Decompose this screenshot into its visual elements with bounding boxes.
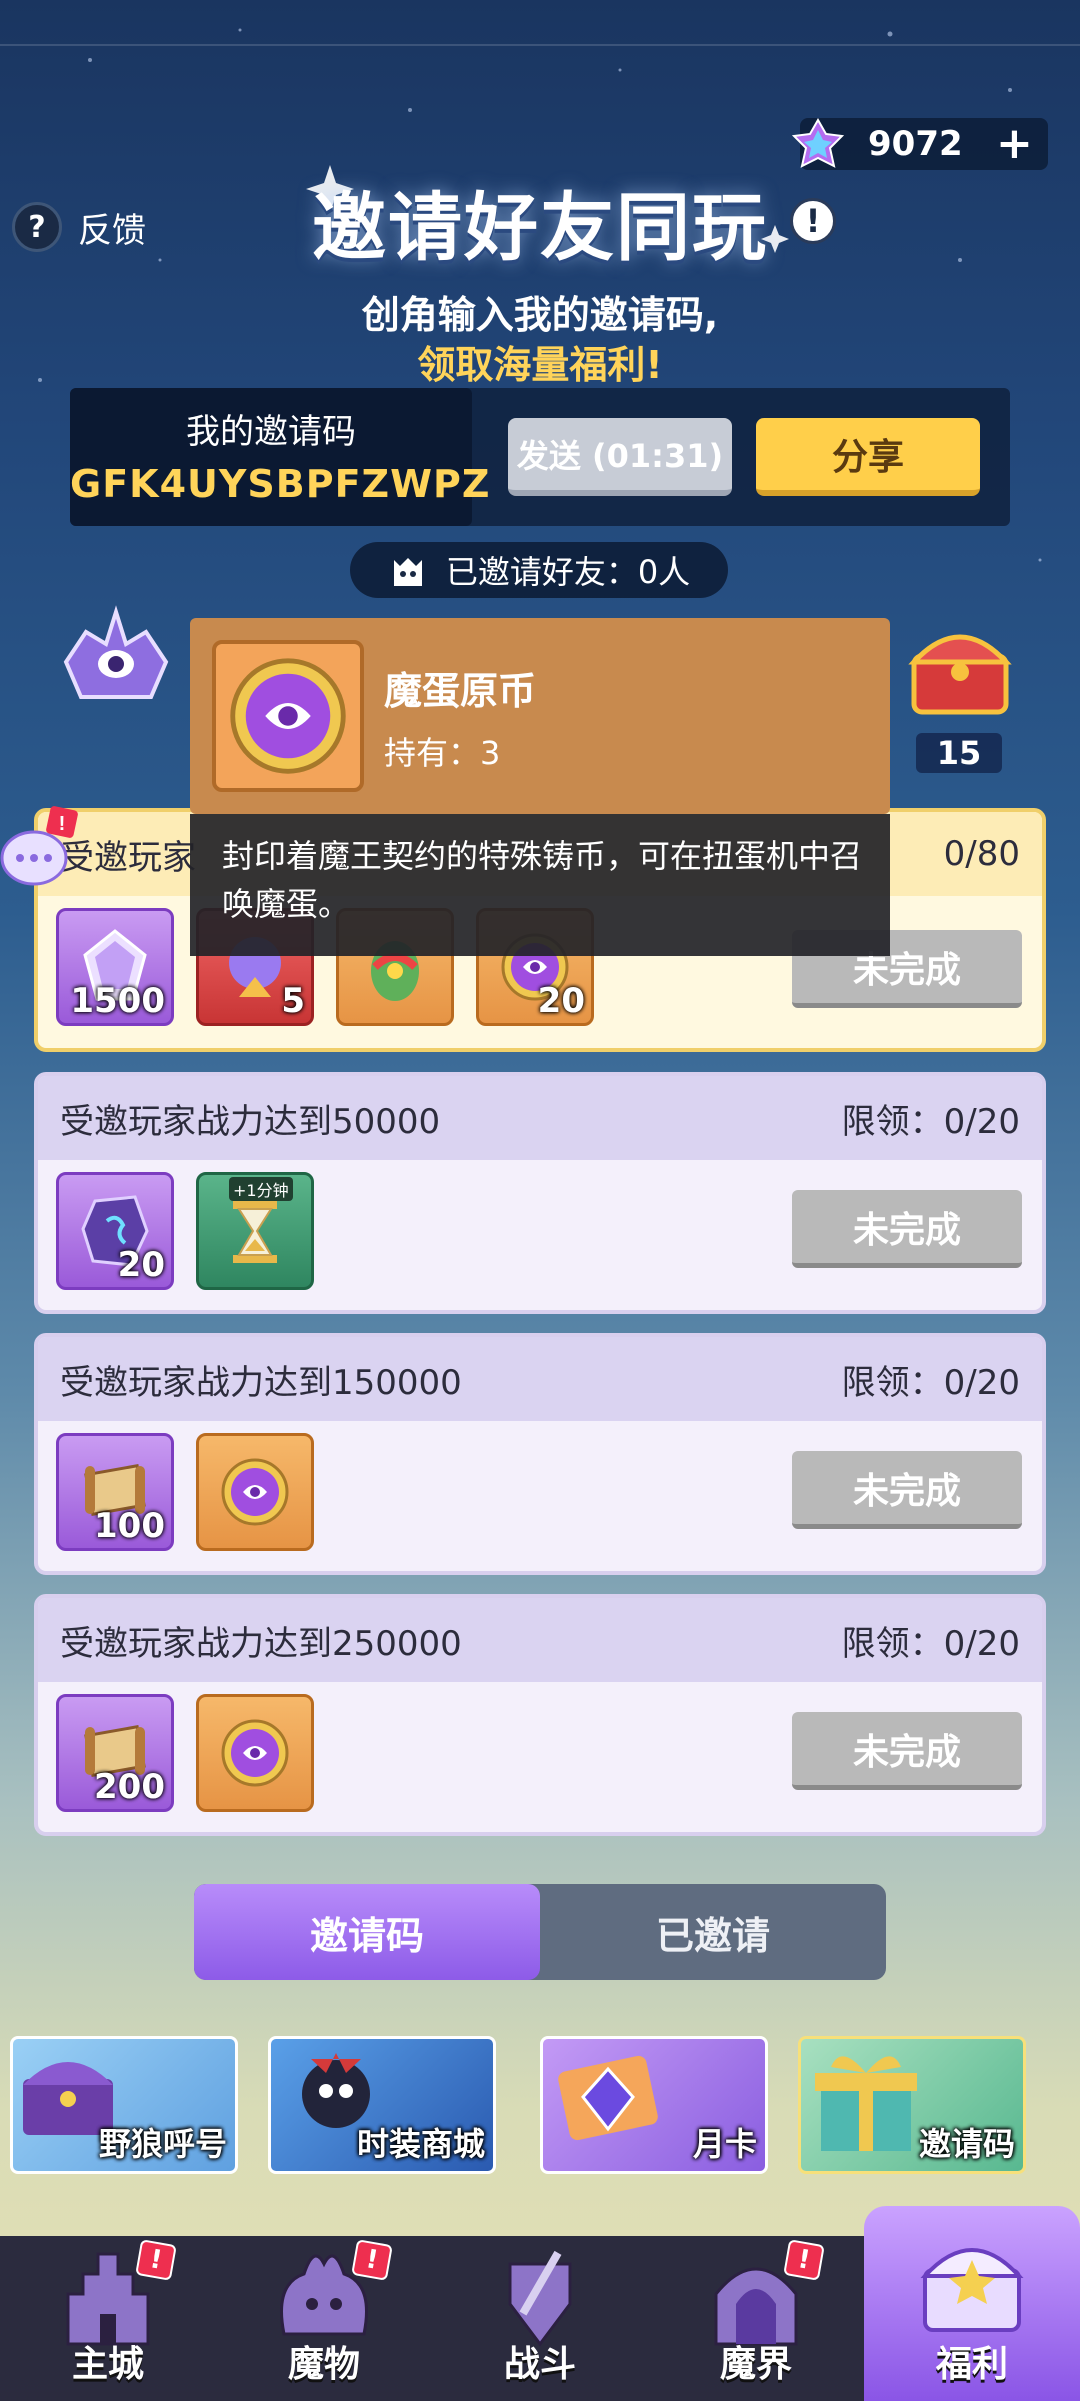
banner-wolf-call[interactable]: 野狼呼号 xyxy=(10,2036,238,2174)
task-title: 受邀玩家 xyxy=(60,837,196,878)
subtitle-line1: 创角输入我的邀请码, xyxy=(361,293,719,337)
svg-text:!: ! xyxy=(59,813,66,835)
task-card: 受邀玩家战力达到150000 限领：0/20 100 未完成 xyxy=(34,1333,1046,1575)
task-card: 受邀玩家战力达到250000 限领：0/20 200 未完成 xyxy=(34,1594,1046,1836)
task-title: 受邀玩家战力达到150000 xyxy=(60,1362,462,1403)
chat-bubble-icon[interactable]: ! xyxy=(0,806,78,890)
demon-coin-icon xyxy=(230,658,346,774)
progress-count: 15 xyxy=(916,733,1002,773)
incomplete-button[interactable]: 未完成 xyxy=(792,1712,1022,1790)
incomplete-button[interactable]: 未完成 xyxy=(792,1451,1022,1529)
treasure-chest-icon[interactable] xyxy=(900,612,1020,722)
hourglass-icon xyxy=(233,1201,277,1263)
page-title: 邀请好友同玩 xyxy=(312,185,768,271)
treasure-chest-icon xyxy=(920,2248,1024,2332)
tooltip-item-icon xyxy=(212,640,364,792)
tooltip-holding: 持有：3 xyxy=(384,734,501,772)
gift-box-icon xyxy=(815,2056,917,2151)
task-limit: 0/80 xyxy=(943,834,1020,874)
nav-monsters[interactable]: ! 魔物 xyxy=(216,2236,432,2401)
currency-bar: 9072 + xyxy=(792,118,1048,170)
nav-main-city[interactable]: ! 主城 xyxy=(0,2236,216,2401)
add-currency-button[interactable]: + xyxy=(996,122,1033,166)
card-gem-icon xyxy=(558,2055,658,2141)
subtitle-line2: 领取海量福利! xyxy=(417,343,663,387)
star-gem-icon xyxy=(792,118,844,168)
reward-item[interactable]: 20 xyxy=(56,1172,174,1290)
banner-fashion-shop[interactable]: 时装商城 xyxy=(268,2036,496,2174)
task-header: 受邀玩家战力达到50000 限领：0/20 xyxy=(38,1076,1042,1160)
alert-badge: ! xyxy=(135,2239,177,2281)
tooltip-description: 封印着魔王契约的特殊铸币，可在扭蛋机中召唤魔蛋。 xyxy=(222,837,863,923)
info-icon[interactable]: ! xyxy=(790,198,836,244)
task-title: 受邀玩家战力达到250000 xyxy=(60,1623,462,1664)
reward-item[interactable]: +1分钟 xyxy=(196,1172,314,1290)
task-limit: 限领：0/20 xyxy=(841,1362,1020,1403)
invite-code-value[interactable]: GFK4UYSBPFZWPZ xyxy=(70,462,489,506)
reward-item[interactable] xyxy=(196,1433,314,1551)
nav-benefits[interactable]: 福利 xyxy=(864,2206,1080,2401)
cat-icon xyxy=(393,558,422,586)
top-divider xyxy=(0,44,1080,46)
task-title: 受邀玩家战力达到50000 xyxy=(60,1101,441,1142)
invite-code-label: 我的邀请码 xyxy=(186,412,356,452)
task-header: 受邀玩家战力达到250000 限领：0/20 xyxy=(38,1598,1042,1682)
reward-item[interactable]: 100 xyxy=(56,1433,174,1551)
task-card: 受邀玩家战力达到50000 限领：0/20 20 +1分钟 未完成 xyxy=(34,1072,1046,1314)
incomplete-button[interactable]: 未完成 xyxy=(792,1190,1022,1268)
reward-item[interactable] xyxy=(196,1694,314,1812)
demon-coin-icon xyxy=(221,1719,289,1787)
invited-count-text: 已邀请好友：0人 xyxy=(445,553,691,591)
tooltip-item-name: 魔蛋原币 xyxy=(384,669,537,713)
reward-item[interactable]: 1500 xyxy=(56,908,174,1026)
tab-invite-code[interactable]: 邀请码 xyxy=(194,1884,540,1980)
send-button[interactable]: 发送 (01:31) xyxy=(508,418,732,496)
demon-coin-icon xyxy=(221,1458,289,1526)
invited-count-pill: 已邀请好友：0人 xyxy=(350,542,728,598)
tab-bar: 邀请码 已邀请 xyxy=(194,1884,886,1980)
bottom-nav: ! 主城 ! 魔物 战斗 ! 魔界 福利 xyxy=(0,2206,1080,2401)
task-header: 受邀玩家战力达到150000 限领：0/20 xyxy=(38,1337,1042,1421)
purple-eye-creature-icon[interactable] xyxy=(56,602,176,712)
banner-invite-code[interactable]: 邀请码 xyxy=(798,2036,1026,2174)
nav-demon-realm[interactable]: ! 魔界 xyxy=(648,2236,864,2401)
alert-badge: ! xyxy=(351,2239,393,2281)
task-limit: 限领：0/20 xyxy=(841,1623,1020,1664)
alert-badge: ! xyxy=(783,2239,825,2281)
reward-item[interactable]: 200 xyxy=(56,1694,174,1812)
task-limit: 限领：0/20 xyxy=(841,1101,1020,1142)
nav-battle[interactable]: 战斗 xyxy=(432,2236,648,2401)
currency-value: 9072 xyxy=(868,124,963,164)
share-button[interactable]: 分享 xyxy=(756,418,980,496)
banner-monthly-card[interactable]: 月卡 xyxy=(540,2036,768,2174)
time-tag: +1分钟 xyxy=(229,1177,293,1201)
tab-invited[interactable]: 已邀请 xyxy=(540,1884,886,1980)
